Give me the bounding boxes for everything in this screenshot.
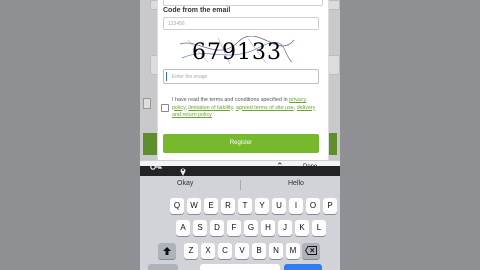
key-icon[interactable] [150, 163, 162, 172]
key-u[interactable]: U [272, 198, 286, 214]
chevron-down-icon[interactable]: ⌄ [292, 161, 300, 172]
register-button[interactable]: Register [163, 134, 319, 153]
background-checkbox [143, 98, 151, 109]
key-p[interactable]: P [323, 198, 337, 214]
numbers-key[interactable] [148, 264, 178, 270]
email-code-input[interactable]: 123456 [163, 17, 319, 30]
terms-text: I have read the terms and conditions spe… [172, 97, 316, 118]
site-use-link[interactable]: agreed terms of site use [236, 105, 294, 111]
key-i[interactable]: I [289, 198, 303, 214]
captcha-noise: 679133 [179, 35, 295, 65]
key-h[interactable]: H [261, 220, 275, 236]
key-m[interactable]: M [286, 243, 300, 259]
space-key[interactable] [200, 264, 280, 270]
key-n[interactable]: N [269, 243, 283, 259]
key-f[interactable]: F [227, 220, 241, 236]
shift-key[interactable] [158, 243, 176, 259]
key-j[interactable]: J [278, 220, 292, 236]
done-button[interactable]: Done [303, 164, 317, 170]
key-q[interactable]: Q [170, 198, 184, 214]
key-w[interactable]: W [187, 198, 201, 214]
chevron-up-icon[interactable]: ⌃ [276, 161, 284, 172]
key-s[interactable]: S [193, 220, 207, 236]
key-k[interactable]: K [295, 220, 309, 236]
key-c[interactable]: C [218, 243, 232, 259]
backspace-key[interactable] [302, 243, 320, 259]
key-g[interactable]: G [244, 220, 258, 236]
key-b[interactable]: B [252, 243, 266, 259]
key-o[interactable]: O [306, 198, 320, 214]
captcha-text: 679133 [192, 40, 282, 65]
go-key[interactable] [284, 264, 322, 270]
code-label: Code from the email [163, 7, 231, 14]
terms-checkbox[interactable] [161, 104, 169, 112]
key-y[interactable]: Y [255, 198, 269, 214]
key-t[interactable]: T [238, 198, 252, 214]
key-x[interactable]: X [201, 243, 215, 259]
captcha-input[interactable]: Enter the image [163, 69, 319, 84]
key-a[interactable]: A [176, 220, 190, 236]
suggestion-1[interactable]: Okay [177, 180, 193, 187]
backspace-icon [304, 246, 317, 255]
text-caret [166, 72, 167, 81]
key-d[interactable]: D [210, 220, 224, 236]
liability-link[interactable]: limitation of liability [188, 105, 233, 111]
captcha-image: 679133 [178, 35, 296, 66]
suggestion-divider [240, 180, 241, 190]
key-v[interactable]: V [235, 243, 249, 259]
shift-icon [163, 247, 171, 255]
key-e[interactable]: E [204, 198, 218, 214]
background-button-edge [143, 133, 157, 155]
key-l[interactable]: L [312, 220, 326, 236]
key-r[interactable]: R [221, 198, 235, 214]
key-z[interactable]: Z [184, 243, 198, 259]
suggestion-2[interactable]: Hello [288, 180, 304, 187]
previous-input[interactable] [163, 0, 323, 6]
terms-prefix: I have read the terms and conditions spe… [172, 97, 288, 103]
